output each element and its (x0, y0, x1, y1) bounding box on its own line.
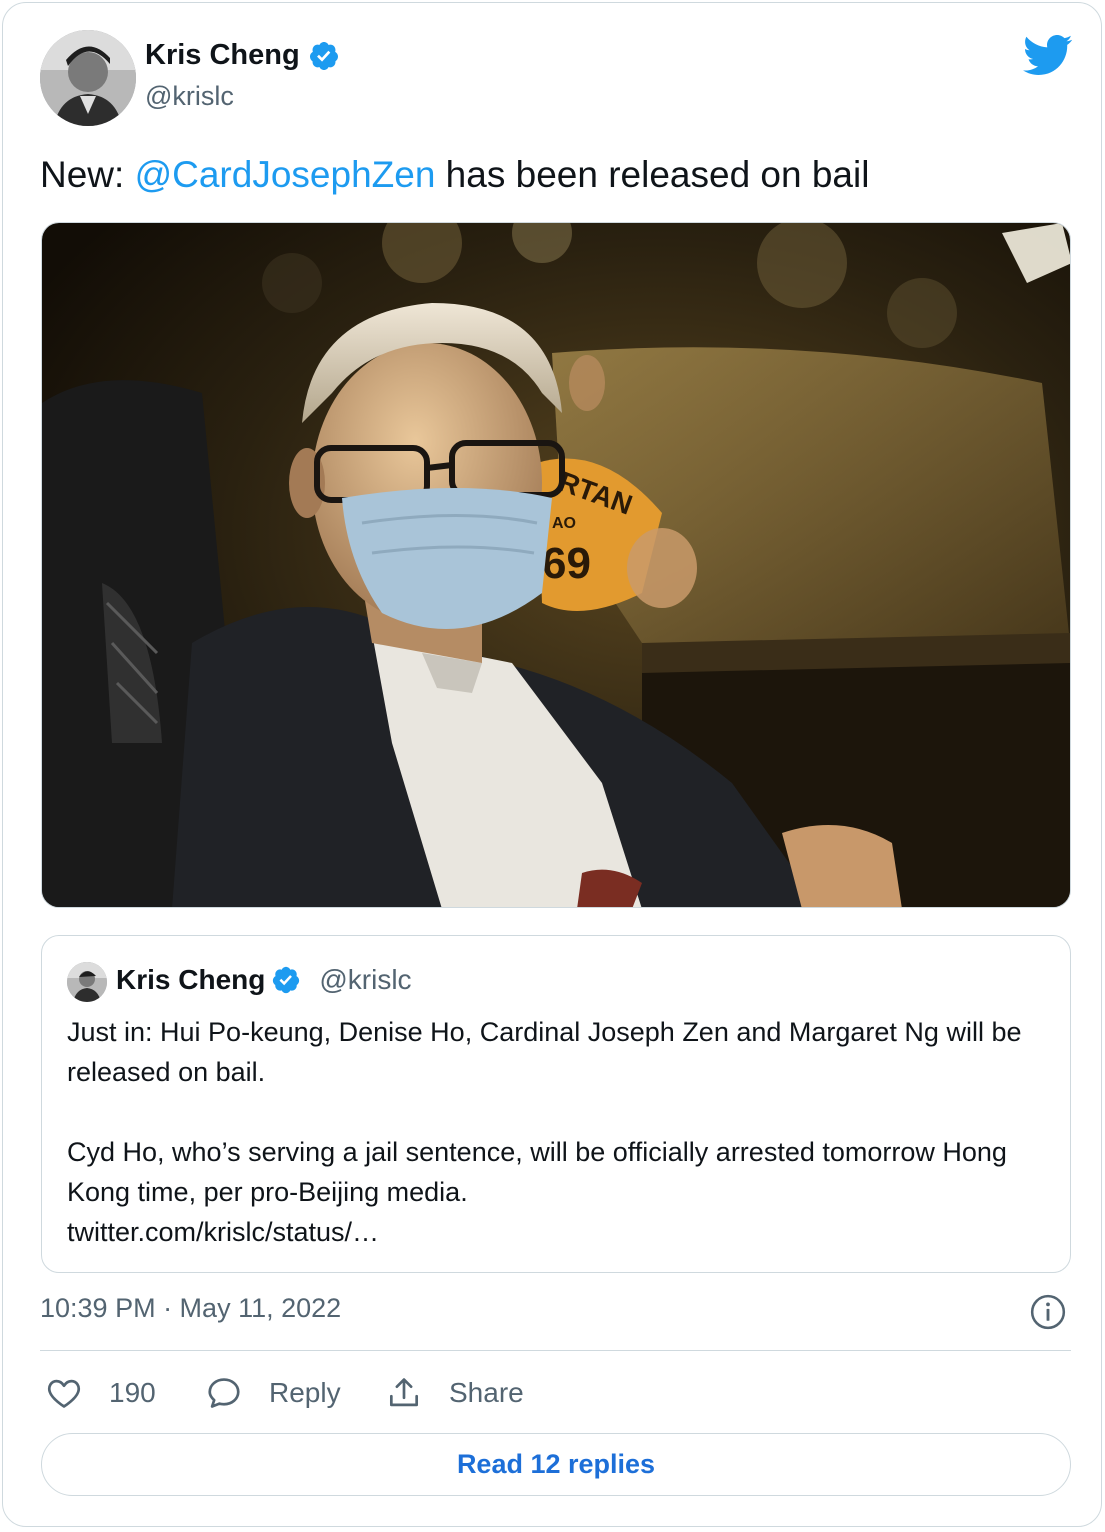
speech-bubble-icon (208, 1378, 240, 1408)
share-button[interactable]: Share (385, 1374, 524, 1412)
share-label: Share (449, 1377, 524, 1408)
like-count: 190 (109, 1377, 156, 1408)
quoted-link[interactable]: twitter.com/krislc/status/… (67, 1212, 1057, 1252)
tweet-card: Kris Cheng @krislc New: @CardJosephZen h… (2, 2, 1102, 1527)
share-upload-icon (389, 1378, 419, 1407)
verified-badge-icon (273, 966, 300, 994)
tweet-text-prefix: New: (40, 154, 135, 195)
tweet-timestamp[interactable]: 10:39 PM · May 11, 2022 (40, 1293, 341, 1324)
read-replies-label: Read 12 replies (456, 1449, 656, 1479)
heart-icon (47, 1379, 81, 1408)
quoted-tweet-body: Just in: Hui Po-keung, Denise Ho, Cardin… (67, 1012, 1057, 1252)
action-bar: 190 Reply Share (40, 1373, 524, 1413)
reply-label: Reply (269, 1377, 341, 1408)
tweet-text-suffix: has been released on bail (435, 154, 870, 195)
author-avatar[interactable] (40, 30, 136, 126)
quoted-author-line: Kris Cheng @krislc (116, 964, 412, 996)
quoted-tweet[interactable]: Kris Cheng @krislc Just in: Hui Po-keung… (41, 935, 1071, 1273)
author-name-text: Kris Cheng (145, 39, 300, 71)
read-replies-button[interactable]: Read 12 replies (41, 1433, 1071, 1496)
tweet-text: New: @CardJosephZen has been released on… (40, 153, 869, 197)
photo-sign-text-2: AO (552, 515, 576, 532)
photo-sign-text-3: 69 (542, 539, 591, 588)
quoted-author-name: Kris Cheng (116, 964, 266, 995)
author-name[interactable]: Kris Cheng (145, 39, 340, 72)
quoted-author-avatar (67, 962, 107, 1002)
tweet-photo[interactable]: RTAN AO 69 (41, 222, 1071, 908)
quoted-paragraph-1: Just in: Hui Po-keung, Denise Ho, Cardin… (67, 1017, 1022, 1087)
verified-badge-icon (309, 41, 338, 70)
like-button[interactable]: 190 (45, 1374, 205, 1412)
quoted-author-handle: @krislc (319, 964, 412, 995)
author-handle[interactable]: @krislc (145, 81, 234, 112)
twitter-bird-icon[interactable] (1021, 33, 1073, 77)
mention-link[interactable]: @CardJosephZen (135, 154, 436, 195)
reply-button[interactable]: Reply (205, 1374, 385, 1412)
divider (40, 1350, 1071, 1351)
quoted-paragraph-2: Cyd Ho, who’s serving a jail sentence, w… (67, 1137, 1007, 1207)
info-icon[interactable] (1029, 1293, 1067, 1331)
